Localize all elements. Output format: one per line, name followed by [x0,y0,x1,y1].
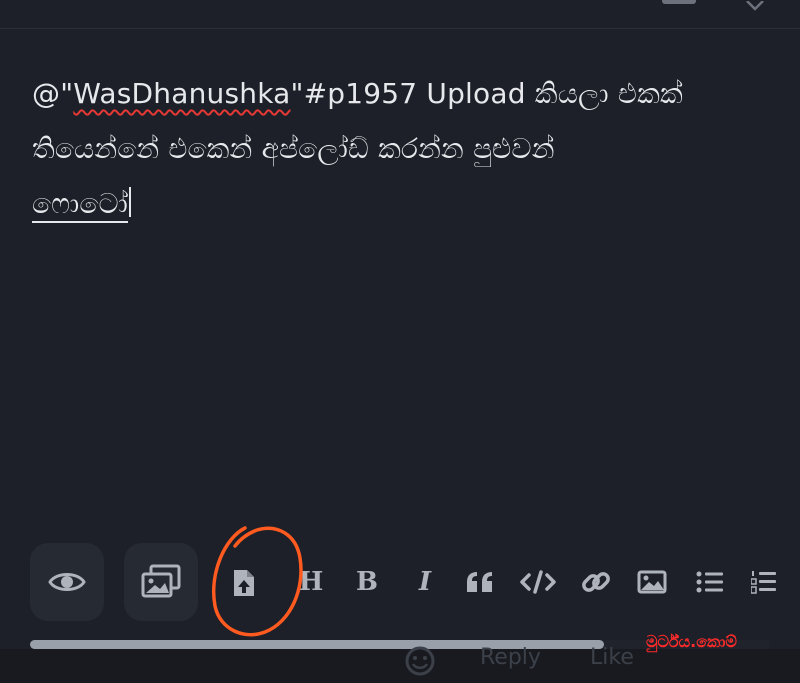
code-icon [520,570,556,594]
reply-button[interactable]: Reply [480,645,541,670]
eye-icon [48,569,86,595]
bold-label: B [356,567,378,597]
code-button[interactable] [518,562,558,602]
heading-button[interactable]: H [296,562,326,602]
heading-label: H [298,567,324,597]
composer-toolbar: H B I [0,540,800,625]
emoji-icon[interactable] [404,645,436,683]
composer-line-2: තියෙන්නේ එකෙන් අප්ලෝඩ් කරන්න පුළුවන් [32,132,555,165]
link-icon [581,567,611,597]
images-icon [139,564,183,600]
image-button[interactable] [634,562,670,602]
quote-button[interactable] [462,562,498,602]
like-button[interactable]: Like [590,645,634,670]
editor-screen: @"WasDhanushka"#p1957 Upload කියලා එකක් … [0,0,800,683]
upload-button[interactable] [224,562,264,604]
composer-line-3: ෆොටෝ [32,176,772,231]
quote-icon [465,570,495,594]
mention-username: WasDhanushka [73,77,291,110]
numbered-list-button[interactable] [748,562,780,602]
file-upload-icon [232,568,256,598]
image-icon [637,570,667,594]
bullet-list-button[interactable] [692,562,728,602]
watermark: මුර්ට්ය.කොම් [646,632,737,651]
top-toolbar-icon[interactable] [662,0,696,4]
divider [0,28,800,29]
gallery-button[interactable] [124,543,198,621]
italic-label: I [418,567,432,597]
composer-last-word: ෆොටෝ [32,187,129,223]
composer-text-area[interactable]: @"WasDhanushka"#p1957 Upload කියලා එකක් … [32,66,772,231]
italic-button[interactable]: I [410,562,440,602]
preview-button[interactable] [30,543,104,621]
link-button[interactable] [578,562,614,602]
pin-icon[interactable] [745,0,765,11]
mention-suffix: "#p1957 Upload කියලා එකක් [290,77,683,110]
composer-line-1: @"WasDhanushka"#p1957 Upload කියලා එකක් [32,66,772,121]
text-caret [129,187,132,217]
post-action-bar: Reply Like [0,645,800,683]
bullet-list-icon [696,570,724,594]
bold-button[interactable]: B [352,562,382,602]
numbered-list-icon [751,569,777,595]
mention-prefix: @" [32,77,74,110]
